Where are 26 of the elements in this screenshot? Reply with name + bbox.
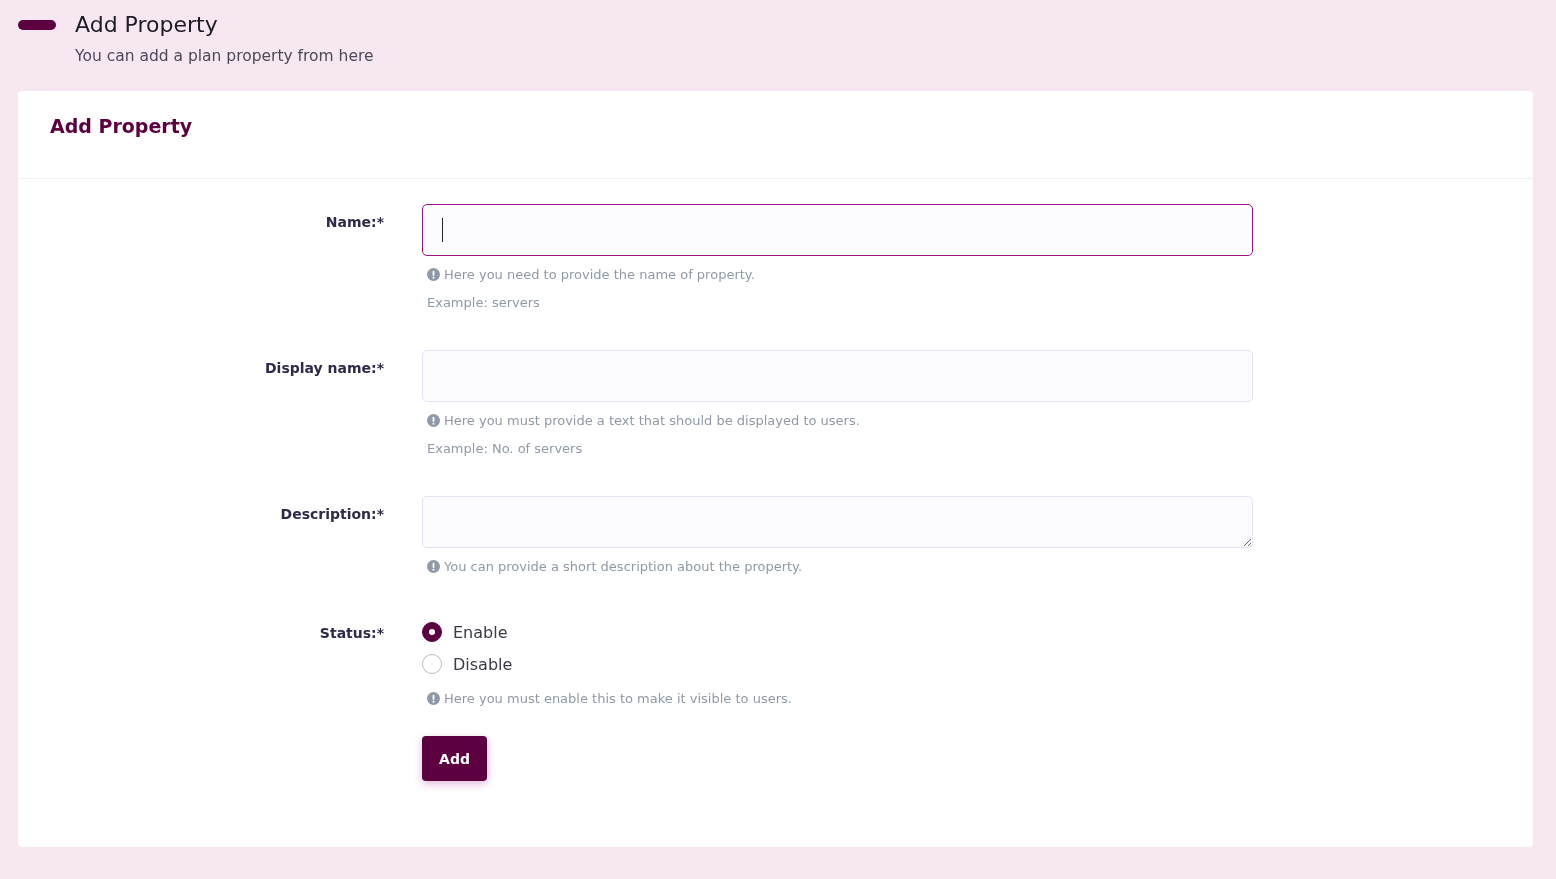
input-field[interactable] [422,204,1253,256]
radio-button[interactable] [422,622,442,642]
radio-button[interactable] [422,654,442,674]
page-subtitle: You can add a plan property from here [75,47,374,65]
help-text: You can provide a short description about the property. [444,559,803,574]
card-title: Add Property [50,115,194,137]
field-label: Name:* [324,213,384,232]
add-button[interactable]: Add [422,736,487,781]
radio-label[interactable]: Disable [453,654,513,674]
help-text: Here you must provide a text that should be displayed to users. [444,413,860,428]
field-label: Description:* [279,505,384,524]
field-label: Status:* [318,624,384,643]
field-label: Display name:* [264,359,384,378]
info-icon [427,560,440,573]
help-text: Here you must enable this to make it visible to users. [444,691,792,706]
textarea-field[interactable] [422,496,1253,548]
example-text: Example: No. of servers [426,441,584,456]
header-bar-icon [18,20,56,30]
text-cursor [442,218,443,242]
radio-label[interactable]: Enable [453,622,508,642]
example-text: Example: servers [426,295,541,310]
info-icon [427,414,440,427]
info-icon [427,268,440,281]
info-icon [427,692,440,705]
help-text: Here you need to provide the name of property. [444,267,755,282]
page-title: Add Property [75,12,219,37]
